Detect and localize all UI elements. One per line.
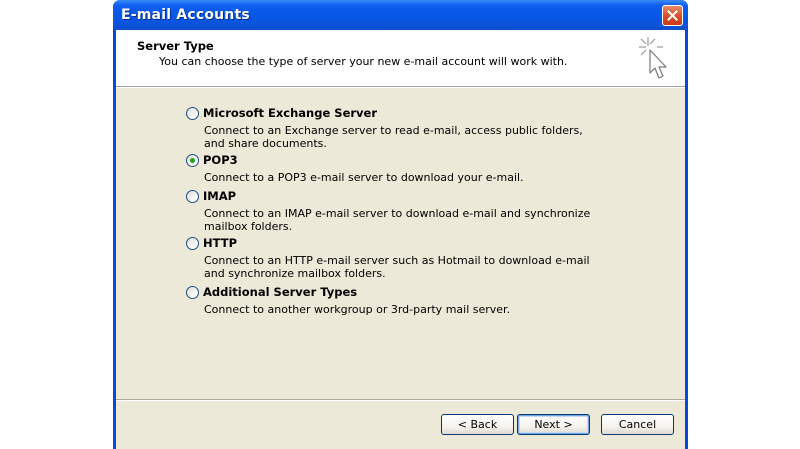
additional-label[interactable]: Additional Server Types	[203, 285, 357, 299]
next-button[interactable]: Next >	[517, 414, 590, 435]
additional-description: Connect to another workgroup or 3rd-part…	[204, 303, 511, 316]
page-title: Server Type	[137, 39, 214, 53]
close-icon	[667, 10, 678, 21]
exchange-label[interactable]: Microsoft Exchange Server	[203, 106, 377, 120]
imap-radio[interactable]	[186, 190, 199, 203]
pop3-radio[interactable]	[186, 154, 199, 167]
exchange-description: Connect to an Exchange server to read e-…	[204, 124, 583, 150]
imap-description: Connect to an IMAP e-mail server to down…	[204, 207, 591, 233]
additional-radio[interactable]	[186, 286, 199, 299]
header-divider	[116, 87, 685, 88]
window-title: E-mail Accounts	[121, 7, 250, 23]
dialog-body: Server Type You can choose the type of s…	[116, 30, 685, 449]
cancel-button[interactable]: Cancel	[601, 414, 674, 435]
back-button[interactable]: < Back	[441, 414, 514, 435]
http-description: Connect to an HTTP e-mail server such as…	[204, 254, 590, 280]
pop3-description: Connect to a POP3 e-mail server to downl…	[204, 171, 524, 184]
http-label[interactable]: HTTP	[203, 236, 237, 250]
imap-label[interactable]: IMAP	[203, 189, 236, 203]
email-accounts-window: E-mail Accounts Server Type You can choo…	[113, 0, 688, 449]
wizard-star-cursor-icon	[639, 37, 667, 79]
close-button[interactable]	[662, 5, 683, 26]
title-bar[interactable]: E-mail Accounts	[113, 0, 688, 30]
radio-selected-dot	[190, 158, 195, 163]
wizard-header: Server Type You can choose the type of s…	[116, 30, 685, 87]
footer-divider-highlight	[116, 400, 685, 401]
page-subtitle: You can choose the type of server your n…	[159, 55, 568, 68]
http-radio[interactable]	[186, 237, 199, 250]
pop3-label[interactable]: POP3	[203, 153, 238, 167]
exchange-radio[interactable]	[186, 107, 199, 120]
